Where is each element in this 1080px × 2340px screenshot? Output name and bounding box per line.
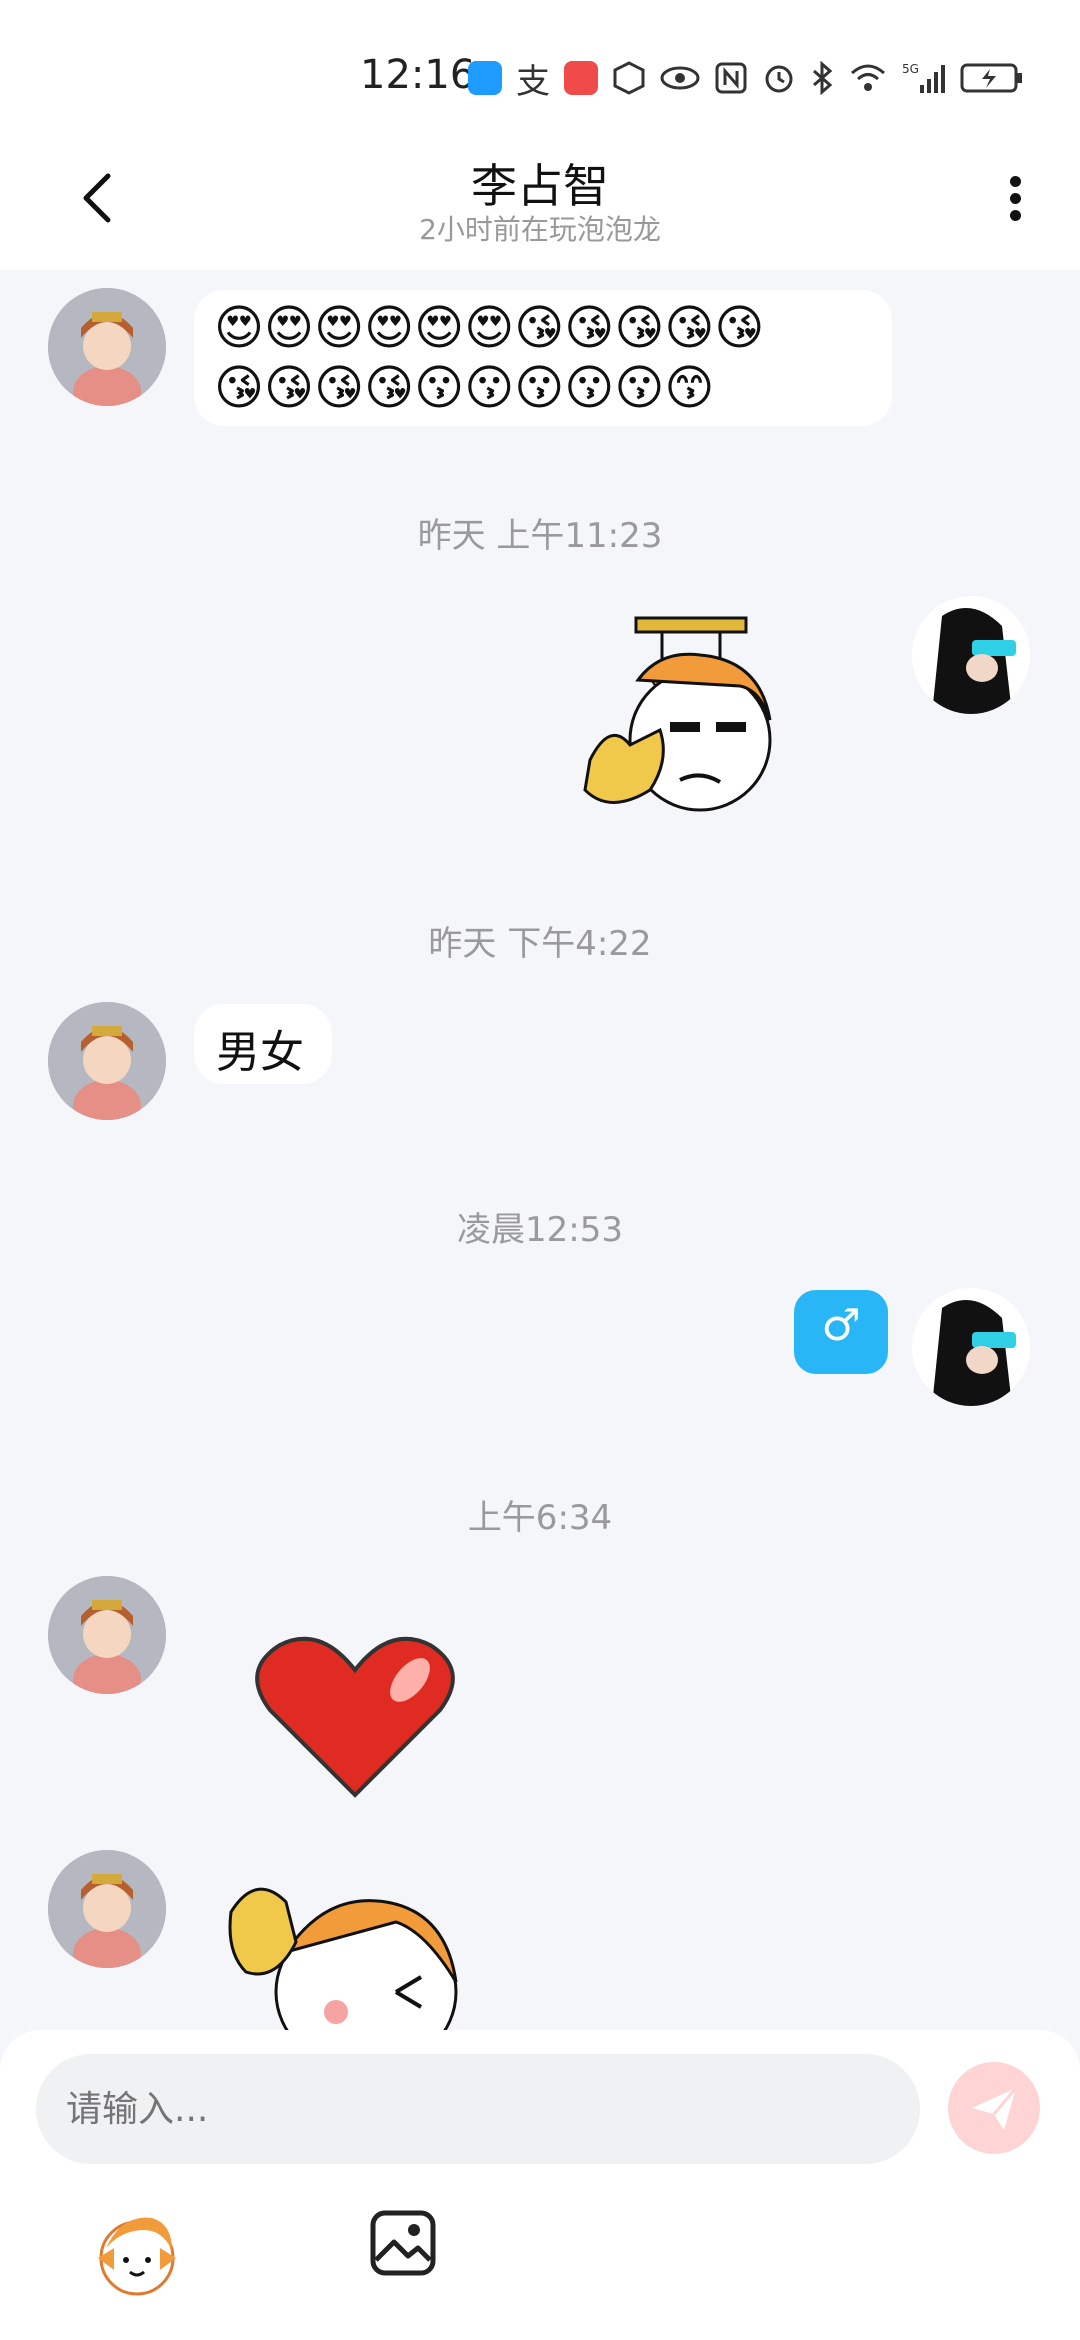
contact-avatar-icon [48,1002,166,1120]
message-bubble-incoming[interactable]: 男女 [194,1004,332,1084]
page-title: 李占智 [471,159,609,213]
message-timestamp: 上午6:34 [467,1498,613,1538]
message-text: ♂ [821,1300,861,1351]
bluetooth-icon [813,61,833,95]
search-app-icon [468,61,502,95]
avatar-contact[interactable] [48,1850,166,1968]
more-dot-icon [1009,193,1021,204]
image-button[interactable] [368,2208,438,2278]
send-button[interactable] [948,2062,1040,2154]
avatar-contact[interactable] [48,1576,166,1694]
contact-avatar-icon [48,288,166,406]
self-avatar-icon [912,1288,1030,1406]
status-bar: 12:16 支 5G [0,0,1080,150]
avatar-contact[interactable] [48,1002,166,1120]
contact-avatar-icon [48,1576,166,1694]
book-app-icon [564,61,598,95]
message-input[interactable] [36,2054,920,2164]
avatar-self[interactable] [912,1288,1030,1406]
message-timestamp: 凌晨12:53 [457,1210,623,1250]
message-bubble-outgoing[interactable]: ♂ [794,1290,888,1374]
svg-text:5G: 5G [902,62,919,76]
sticker-ok-wink[interactable] [226,1872,486,2032]
heart-sticker[interactable] [250,1630,460,1800]
signal-5g-icon: 5G [902,62,945,93]
nfc-icon [715,62,747,94]
alipay-icon: 支 [516,61,550,102]
eye-icon [660,66,700,90]
message-timestamp: 昨天 上午11:23 [417,516,663,556]
wifi-icon [851,64,885,91]
composer [0,2030,1080,2340]
alarm-icon [765,65,793,93]
emoji-row: 😘😘😘😘😗😗😗😗😗😙 [214,360,715,416]
sticker-ok-hand-outgoing[interactable] [570,610,830,830]
battery-charging-icon [960,63,1022,93]
status-icons: 支 5G [468,58,1024,102]
emoji-row: 😍😍😍😍😍😍😘😘😘😘😘 [214,300,765,356]
status-time: 12:16 [360,52,476,98]
chat-header: 李占智 2小时前在玩泡泡龙 [0,150,1080,270]
user-status: 2小时前在玩泡泡龙 [419,213,661,246]
message-timestamp: 昨天 下午4:22 [428,924,652,964]
hand-icon [613,61,645,95]
message-bubble-incoming[interactable]: 😍😍😍😍😍😍😘😘😘😘😘 😘😘😘😘😗😗😗😗😗😙 [194,290,892,426]
more-dot-icon [1009,210,1021,221]
avatar-contact[interactable] [48,288,166,406]
sticker-button[interactable] [92,2208,182,2298]
send-icon [972,2087,1018,2130]
avatar-self[interactable] [912,596,1030,714]
more-menu-button[interactable] [1000,170,1030,230]
self-avatar-icon [912,596,1030,714]
message-text: 男女 [216,1027,304,1078]
more-dot-icon [1009,176,1021,187]
contact-avatar-icon [48,1850,166,1968]
